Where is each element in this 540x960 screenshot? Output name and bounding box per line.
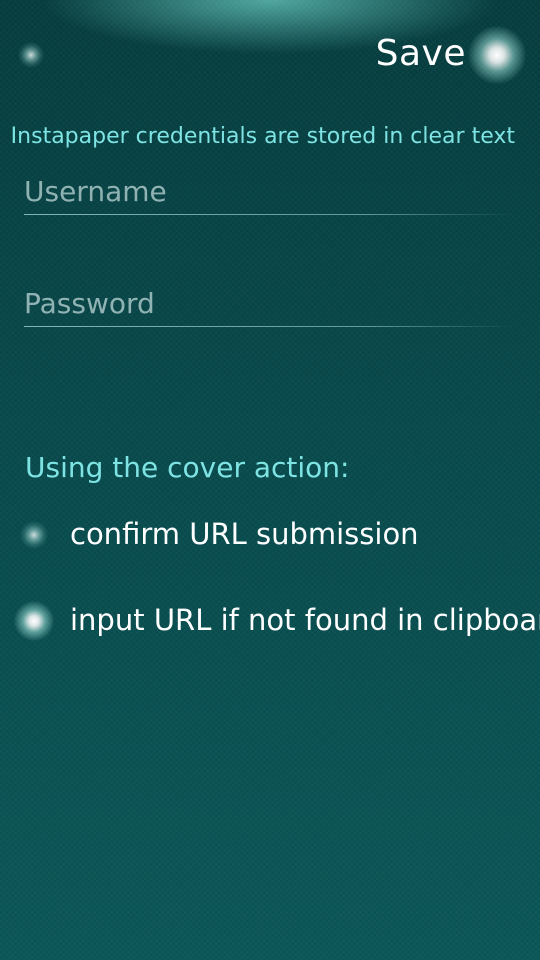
confirm-url-switch[interactable]: confirm URL submission <box>0 500 540 570</box>
input-url-switch[interactable]: input URL if not found in clipboard <box>0 586 540 656</box>
password-field[interactable] <box>24 280 514 330</box>
password-input[interactable] <box>24 280 514 326</box>
switch-label: confirm URL submission <box>70 517 419 551</box>
username-underline <box>24 214 514 215</box>
credentials-hint: Instapaper credentials are stored in cle… <box>10 124 515 149</box>
save-accept-indicator-icon[interactable] <box>468 26 526 84</box>
switch-off-indicator-icon[interactable] <box>20 521 48 549</box>
username-input[interactable] <box>24 168 514 214</box>
pulley-menu-indicator-icon[interactable] <box>18 42 44 68</box>
switch-on-indicator-icon[interactable] <box>14 601 54 641</box>
password-underline <box>24 326 514 327</box>
cover-action-header: Using the cover action: <box>25 451 350 484</box>
switch-label: input URL if not found in clipboard <box>70 603 540 637</box>
save-button[interactable]: Save <box>376 33 466 74</box>
username-field[interactable] <box>24 168 514 218</box>
